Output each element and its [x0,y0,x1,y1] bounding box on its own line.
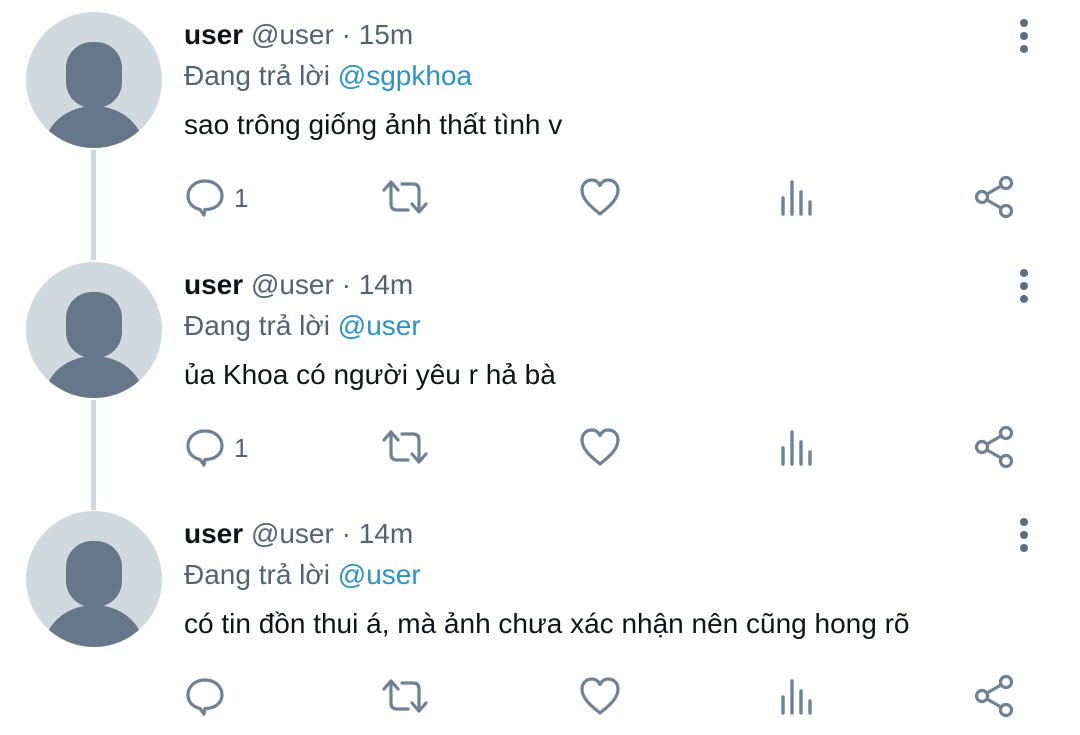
display-name[interactable]: user [184,19,243,50]
reply-button[interactable] [184,671,234,721]
avatar[interactable] [26,262,162,398]
bar-chart-icon [781,679,812,715]
mention-link[interactable]: @sgpkhoa [338,60,472,91]
reply-count: 1 [234,182,249,213]
share-button[interactable] [972,671,1018,721]
separator: · [333,518,359,549]
share-icon [974,425,1014,469]
tweet-header: user @user · 14m [184,268,413,302]
heart-icon [580,677,620,715]
tweet-header: user @user · 14m [184,517,413,551]
handle[interactable]: @user [251,518,334,549]
retweet-icon [382,679,428,713]
reply-button[interactable]: 1 [184,172,248,222]
reply-count: 1 [234,432,249,463]
speech-bubble-icon [186,179,224,217]
display-name[interactable]: user [184,518,243,549]
views-button[interactable] [776,671,816,721]
views-button[interactable] [776,422,816,472]
replying-to: Đang trả lời @user [184,309,421,343]
speech-bubble-icon [186,429,224,467]
share-button[interactable] [972,172,1018,222]
tweet-header: user @user · 15m [184,18,413,52]
handle[interactable]: @user [251,19,334,50]
tweet[interactable]: user @user · 15m Đang trả lời @sgpkhoa s… [0,0,1080,260]
retweet-button[interactable] [380,422,430,472]
mention-link[interactable]: @user [338,559,421,590]
more-options-icon[interactable] [1008,268,1040,304]
replying-to-label: Đang trả lời [184,310,338,341]
bar-chart-icon [781,430,812,466]
like-button[interactable] [578,172,622,222]
display-name[interactable]: user [184,269,243,300]
heart-icon [580,178,620,216]
reply-button[interactable]: 1 [184,422,248,472]
timestamp[interactable]: 14m [359,518,413,549]
heart-icon [580,428,620,466]
timestamp[interactable]: 15m [359,19,413,50]
retweet-icon [382,180,428,214]
tweet[interactable]: user @user · 14m Đang trả lời @user có t… [0,499,1080,735]
bar-chart-icon [781,180,812,216]
retweet-button[interactable] [380,172,430,222]
speech-bubble-icon [186,678,224,716]
share-icon [974,674,1014,718]
replying-to-label: Đang trả lời [184,559,338,590]
views-button[interactable] [776,172,816,222]
tweet-text: có tin đồn thui á, mà ảnh chưa xác nhận … [184,608,910,639]
action-bar: 1 [0,172,1080,222]
replying-to: Đang trả lời @sgpkhoa [184,59,472,93]
share-icon [974,175,1014,219]
more-options-icon[interactable] [1008,517,1040,553]
like-button[interactable] [578,671,622,721]
avatar[interactable] [26,511,162,647]
retweet-icon [382,430,428,464]
replying-to: Đang trả lời @user [184,558,421,592]
action-bar [0,671,1080,721]
action-bar: 1 [0,422,1080,472]
handle[interactable]: @user [251,269,334,300]
reply-thread: user @user · 15m Đang trả lời @sgpkhoa s… [0,0,1080,735]
retweet-button[interactable] [380,671,430,721]
avatar[interactable] [26,12,162,148]
separator: · [333,269,359,300]
replying-to-label: Đang trả lời [184,60,338,91]
like-button[interactable] [578,422,622,472]
share-button[interactable] [972,422,1018,472]
more-options-icon[interactable] [1008,18,1040,54]
timestamp[interactable]: 14m [359,269,413,300]
tweet[interactable]: user @user · 14m Đang trả lời @user ủa K… [0,250,1080,510]
mention-link[interactable]: @user [338,310,421,341]
separator: · [333,19,359,50]
tweet-text: sao trông giống ảnh thất tình v [184,109,563,140]
tweet-text: ủa Khoa có người yêu r hả bà [184,359,556,390]
